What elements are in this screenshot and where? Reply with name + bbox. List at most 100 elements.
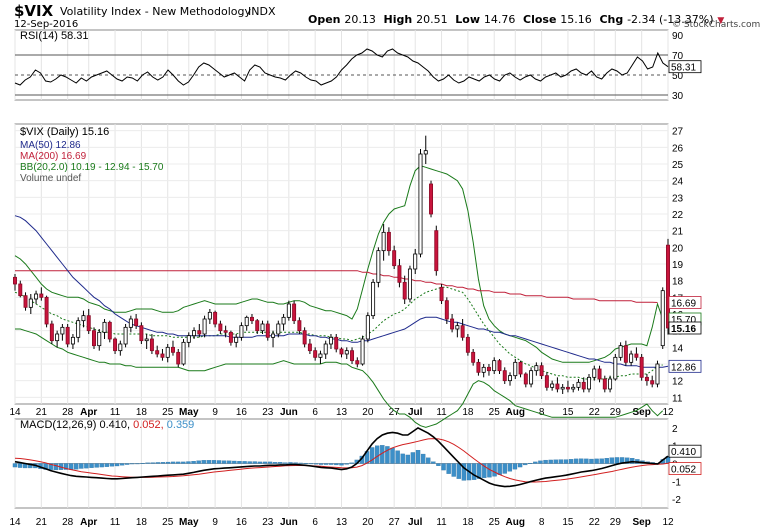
- macd-last-value-label: 0.410: [668, 444, 702, 458]
- candle: [465, 334, 470, 356]
- macd-histogram-bar: [420, 453, 426, 464]
- macd-histogram-bar: [53, 463, 59, 471]
- macd-histogram-bar: [262, 461, 268, 464]
- x-tick-label: 21: [36, 407, 48, 418]
- candle-body: [613, 356, 618, 380]
- macd-histogram-bar: [196, 460, 201, 464]
- macd-histogram-bar: [313, 463, 319, 465]
- macd-histogram-bar: [410, 452, 416, 464]
- price-last-value-label: 15.16: [668, 321, 702, 335]
- x-tick-label: 15: [562, 407, 574, 418]
- macd-histogram-bar: [242, 461, 247, 464]
- candle-body: [244, 316, 249, 327]
- macd-last-value-text: 0.052: [671, 465, 696, 476]
- x-tick-label: 11: [436, 517, 447, 528]
- candle-body: [513, 361, 518, 377]
- candle-body: [139, 325, 144, 342]
- candle-body: [92, 330, 96, 347]
- macd-histogram-bar: [17, 463, 23, 468]
- candle: [265, 320, 270, 341]
- candle-body: [60, 326, 65, 335]
- macd-histogram-bar: [492, 463, 497, 477]
- candle: [439, 284, 444, 304]
- candle-body: [608, 378, 613, 390]
- candle-body: [413, 253, 418, 270]
- macd-histogram-bar: [415, 449, 421, 464]
- macd-histogram-bar: [206, 460, 212, 464]
- candle-body: [423, 150, 428, 155]
- rsi-last-value-text: 58.31: [671, 63, 696, 74]
- price-last-value-label: 16.69: [668, 296, 702, 310]
- candle-body: [497, 360, 502, 372]
- candle-body: [34, 293, 39, 300]
- candle: [49, 320, 54, 344]
- candle-body: [323, 343, 328, 355]
- candle: [529, 367, 534, 388]
- candle-body: [23, 295, 28, 308]
- candle-body: [213, 311, 218, 325]
- price-legend-title: $VIX (Daily) 15.16: [20, 126, 109, 138]
- macd-histogram-bar: [84, 463, 89, 469]
- x-tick-label: 20: [362, 407, 374, 418]
- macd-histogram-bar: [150, 462, 155, 464]
- x-tick-label: Sep: [632, 407, 650, 418]
- macd-histogram-bar: [431, 461, 436, 464]
- x-tick-label: 29: [610, 517, 622, 528]
- candle-body: [544, 375, 549, 388]
- candle-body: [576, 381, 581, 388]
- candle: [639, 354, 644, 381]
- candle-body: [660, 290, 665, 347]
- x-tick-label: 25: [489, 407, 501, 418]
- price-last-value-label: 12.86: [668, 359, 702, 373]
- macd-histogram-bar: [298, 462, 303, 464]
- candle-body: [339, 348, 344, 355]
- macd-histogram-bar: [614, 457, 620, 464]
- candle-body: [450, 318, 455, 330]
- x-tick-label: Jun: [280, 517, 298, 528]
- candle-body: [355, 360, 360, 365]
- candle-body: [634, 353, 639, 358]
- candle-body: [255, 320, 260, 332]
- macd-histogram-bar: [155, 462, 161, 464]
- candle-body: [18, 283, 23, 297]
- candle-body: [486, 366, 491, 372]
- macd-tick-label: -2: [672, 495, 681, 506]
- macd-histogram-bar: [456, 463, 462, 479]
- macd-histogram-bar: [558, 459, 564, 464]
- macd-histogram-bar: [211, 460, 217, 464]
- candle-body: [529, 370, 534, 385]
- candle-body: [602, 378, 607, 390]
- candle: [44, 295, 49, 328]
- candle-body: [292, 303, 297, 322]
- candle-body: [376, 250, 381, 283]
- rsi-last-value-label: 58.31: [668, 60, 702, 74]
- candle-body: [86, 315, 91, 332]
- macd-histogram-bar: [502, 463, 507, 474]
- candle-body: [286, 303, 291, 318]
- candle-body: [265, 323, 270, 338]
- candle-body: [97, 331, 102, 347]
- candle-body: [65, 326, 70, 345]
- candle-body: [439, 286, 444, 302]
- rsi-legend: RSI(14) 58.31: [20, 30, 88, 42]
- macd-histogram-bar: [522, 463, 528, 466]
- x-tick-label: May: [179, 407, 199, 418]
- macd-histogram-bar: [533, 461, 538, 464]
- candle-body: [471, 351, 476, 363]
- candle-body: [144, 338, 149, 342]
- candle: [371, 279, 376, 319]
- candle: [429, 180, 434, 218]
- macd-histogram-bar: [89, 463, 94, 468]
- bb-legend: BB(20,2.0) 10.19 - 12.94 - 15.70: [20, 162, 164, 173]
- x-tick-label: May: [179, 517, 199, 528]
- price-tick-label: 21: [672, 227, 684, 238]
- candle-body: [655, 363, 660, 385]
- macd-histogram-bar: [278, 462, 283, 464]
- candle: [292, 300, 297, 324]
- macd-tick-label: 2: [672, 424, 678, 435]
- macd-histogram-bar: [109, 463, 115, 467]
- candle-body: [123, 326, 128, 345]
- price-tick-label: 18: [672, 277, 684, 288]
- x-tick-label: 16: [236, 517, 248, 528]
- candle-body: [113, 338, 118, 352]
